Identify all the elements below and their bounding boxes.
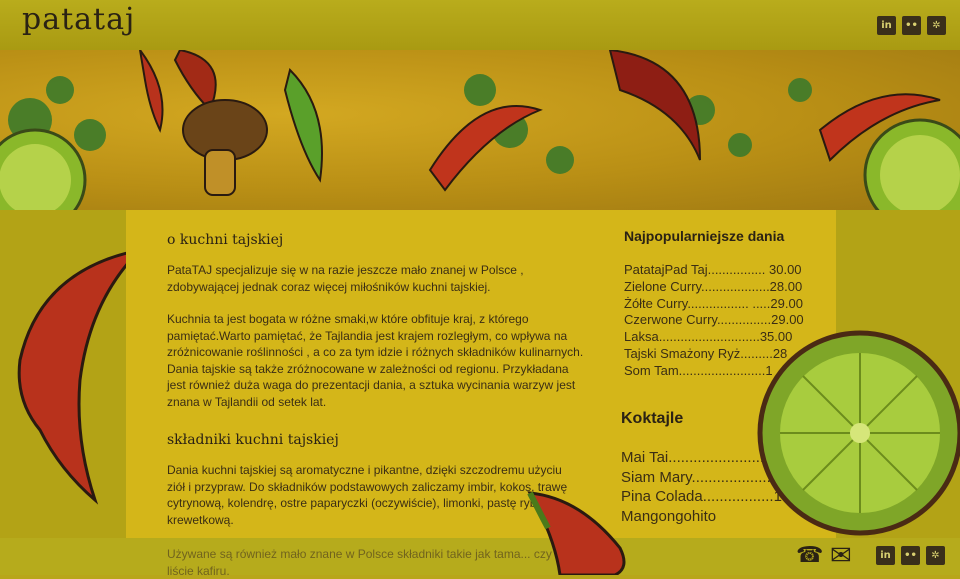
chili-left-illustration: [17, 247, 145, 505]
menu-item: Żółte Curry................. .....29.00: [624, 295, 803, 311]
about-paragraph-2: Kuchnia ta jest bogata w różne smaki,w k…: [167, 312, 584, 409]
flickr-icon[interactable]: ••: [901, 546, 920, 565]
yelp-icon[interactable]: ✲: [927, 16, 946, 35]
social-links-top: in •• ✲: [877, 16, 946, 35]
site-logo[interactable]: patataj: [22, 2, 135, 37]
linkedin-icon[interactable]: in: [876, 546, 895, 565]
section-title-ingredients: składniki kuchni tajskiej: [167, 432, 339, 448]
yelp-icon[interactable]: ✲: [926, 546, 945, 565]
about-paragraph-1: PataTAJ specjalizuje się w na razie jesz…: [167, 263, 524, 294]
hero-banner: [0, 50, 960, 210]
phone-icon[interactable]: ☎: [796, 543, 823, 568]
mail-icon[interactable]: ✉: [830, 541, 852, 571]
menu-item: Zielone Curry...................28.00: [624, 278, 803, 294]
linkedin-icon[interactable]: in: [877, 16, 896, 35]
menu-item: PatatajPad Taj................ 30.00: [624, 262, 802, 277]
chili-bottom-illustration: [527, 491, 626, 575]
popular-dishes-title: Najpopularniejsze dania: [624, 228, 785, 244]
header-bar: [0, 0, 960, 50]
lime-illustration: [757, 330, 960, 536]
banner-illustration: [0, 50, 960, 210]
ingredients-paragraph-2: Używane są również mało znane w Polsce s…: [167, 547, 552, 578]
section-title-about: o kuchni tajskiej: [167, 232, 284, 248]
left-side-strip: [0, 210, 145, 538]
menu-item: Czerwone Curry...............29.00: [624, 312, 804, 328]
ingredients-paragraph-1: Dania kuchni tajskiej są aromatyczne i p…: [167, 463, 568, 527]
social-links-bottom: in •• ✲: [876, 546, 945, 565]
flickr-icon[interactable]: ••: [902, 16, 921, 35]
cocktails-title: Koktajle: [621, 410, 684, 427]
